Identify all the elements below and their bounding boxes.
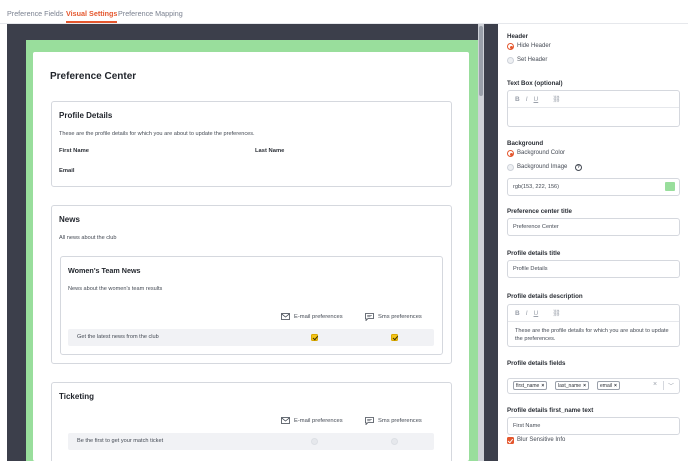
profile-details-title: Profile Details — [59, 111, 113, 120]
clear-icon[interactable]: × — [653, 381, 657, 388]
sms-preferences-label: Sms preferences — [378, 418, 422, 424]
envelope-icon — [281, 313, 290, 320]
blur-sensitive-info-checkbox[interactable] — [507, 437, 514, 444]
ticketing-title: Ticketing — [59, 392, 94, 401]
preference-row-label: Be the first to get your match ticket — [77, 438, 164, 444]
news-title: News — [59, 215, 80, 224]
womens-team-news-description: News about the women's team results — [68, 286, 163, 292]
sms-preferences-header: Sms preferences — [365, 313, 422, 321]
sms-preference-checkbox[interactable] — [391, 438, 398, 445]
remove-chip-icon[interactable]: × — [541, 383, 544, 389]
first-name-text-input[interactable]: First Name — [507, 417, 680, 435]
link-icon[interactable]: ⛓ — [552, 309, 560, 317]
email-label: Email — [59, 168, 75, 174]
preference-center-title-input[interactable]: Preference Center — [507, 218, 680, 236]
tab-bar: Preference Fields Visual Settings Prefer… — [0, 0, 688, 24]
profile-details-fields-label: Profile details fields — [507, 360, 566, 367]
text-box-label: Text Box (optional) — [507, 80, 563, 87]
field-chip-email: email × — [597, 381, 620, 390]
background-color-swatch[interactable] — [665, 182, 675, 191]
profile-details-description-text[interactable]: These are the profile details for which … — [508, 322, 679, 348]
select-divider — [663, 381, 664, 390]
email-preferences-header: E-mail preferences — [281, 417, 343, 424]
hide-header-radio[interactable] — [507, 43, 514, 50]
sms-preference-checkbox[interactable] — [391, 334, 398, 341]
background-color-radio[interactable] — [507, 150, 514, 157]
underline-icon[interactable]: U — [534, 310, 539, 317]
preview-scrollbar-thumb[interactable] — [479, 26, 483, 96]
email-preferences-header: E-mail preferences — [281, 313, 343, 320]
first-name-label: First Name — [59, 148, 89, 154]
chat-bubble-icon — [365, 313, 374, 321]
tab-preference-fields[interactable]: Preference Fields — [7, 9, 63, 18]
background-color-input[interactable]: rgb(153, 222, 156) — [507, 178, 680, 196]
background-image-radio[interactable] — [507, 164, 514, 171]
help-icon[interactable]: ? — [575, 164, 582, 171]
chip-label: email — [600, 383, 612, 389]
sms-preferences-header: Sms preferences — [365, 417, 422, 425]
bold-icon[interactable]: B — [515, 310, 520, 317]
underline-icon[interactable]: U — [534, 96, 539, 103]
preference-row-label: Get the latest news from the club — [77, 334, 159, 340]
envelope-icon — [281, 417, 290, 424]
profile-details-description-label: Profile details description — [507, 293, 583, 300]
preference-center-title-label: Preference center title — [507, 208, 572, 215]
remove-chip-icon[interactable]: × — [583, 383, 586, 389]
background-label: Background — [507, 140, 544, 147]
text-box-editor[interactable]: B I U ⛓ — [507, 90, 680, 127]
womens-team-news-title: Women's Team News — [68, 266, 141, 275]
tab-visual-settings[interactable]: Visual Settings — [66, 9, 118, 23]
remove-chip-icon[interactable]: × — [614, 383, 617, 389]
field-chip-first-name: first_name × — [513, 381, 548, 390]
background-color-label[interactable]: Background Color — [517, 150, 565, 156]
preference-center-title: Preference Center — [50, 71, 137, 82]
first-name-text-label: Profile details first_name text — [507, 407, 594, 414]
chat-bubble-icon — [365, 417, 374, 425]
sms-preferences-label: Sms preferences — [378, 314, 422, 320]
email-preference-checkbox[interactable] — [311, 334, 318, 341]
email-preferences-label: E-mail preferences — [294, 313, 343, 320]
italic-icon[interactable]: I — [526, 310, 528, 317]
set-header-radio[interactable] — [507, 57, 514, 64]
editor-toolbar: B I U ⛓ — [508, 91, 679, 108]
editor-toolbar: B I U ⛓ — [508, 305, 679, 322]
profile-details-description: These are the profile details for which … — [59, 131, 255, 137]
profile-details-title-label: Profile details title — [507, 250, 561, 257]
blur-sensitive-info-label[interactable]: Blur Sensitive Info — [517, 437, 565, 443]
email-preference-checkbox[interactable] — [311, 438, 318, 445]
field-chip-last-name: last_name × — [555, 381, 589, 390]
background-image-label[interactable]: Background Image — [517, 164, 567, 170]
chip-label: last_name — [558, 383, 582, 389]
chip-label: first_name — [516, 383, 540, 389]
profile-details-description-editor[interactable]: B I U ⛓ These are the profile details fo… — [507, 304, 680, 347]
tab-preference-mapping[interactable]: Preference Mapping — [118, 9, 183, 18]
chevron-down-icon[interactable]: ﹀ — [668, 381, 674, 390]
italic-icon[interactable]: I — [526, 96, 528, 103]
set-header-label[interactable]: Set Header — [517, 57, 547, 63]
hide-header-label[interactable]: Hide Header — [517, 43, 551, 49]
news-description: All news about the club — [59, 235, 117, 241]
email-preferences-label: E-mail preferences — [294, 417, 343, 424]
header-label: Header — [507, 33, 528, 40]
link-icon[interactable]: ⛓ — [552, 95, 560, 103]
bold-icon[interactable]: B — [515, 96, 520, 103]
last-name-label: Last Name — [255, 148, 285, 154]
profile-details-title-input[interactable]: Profile Details — [507, 260, 680, 278]
